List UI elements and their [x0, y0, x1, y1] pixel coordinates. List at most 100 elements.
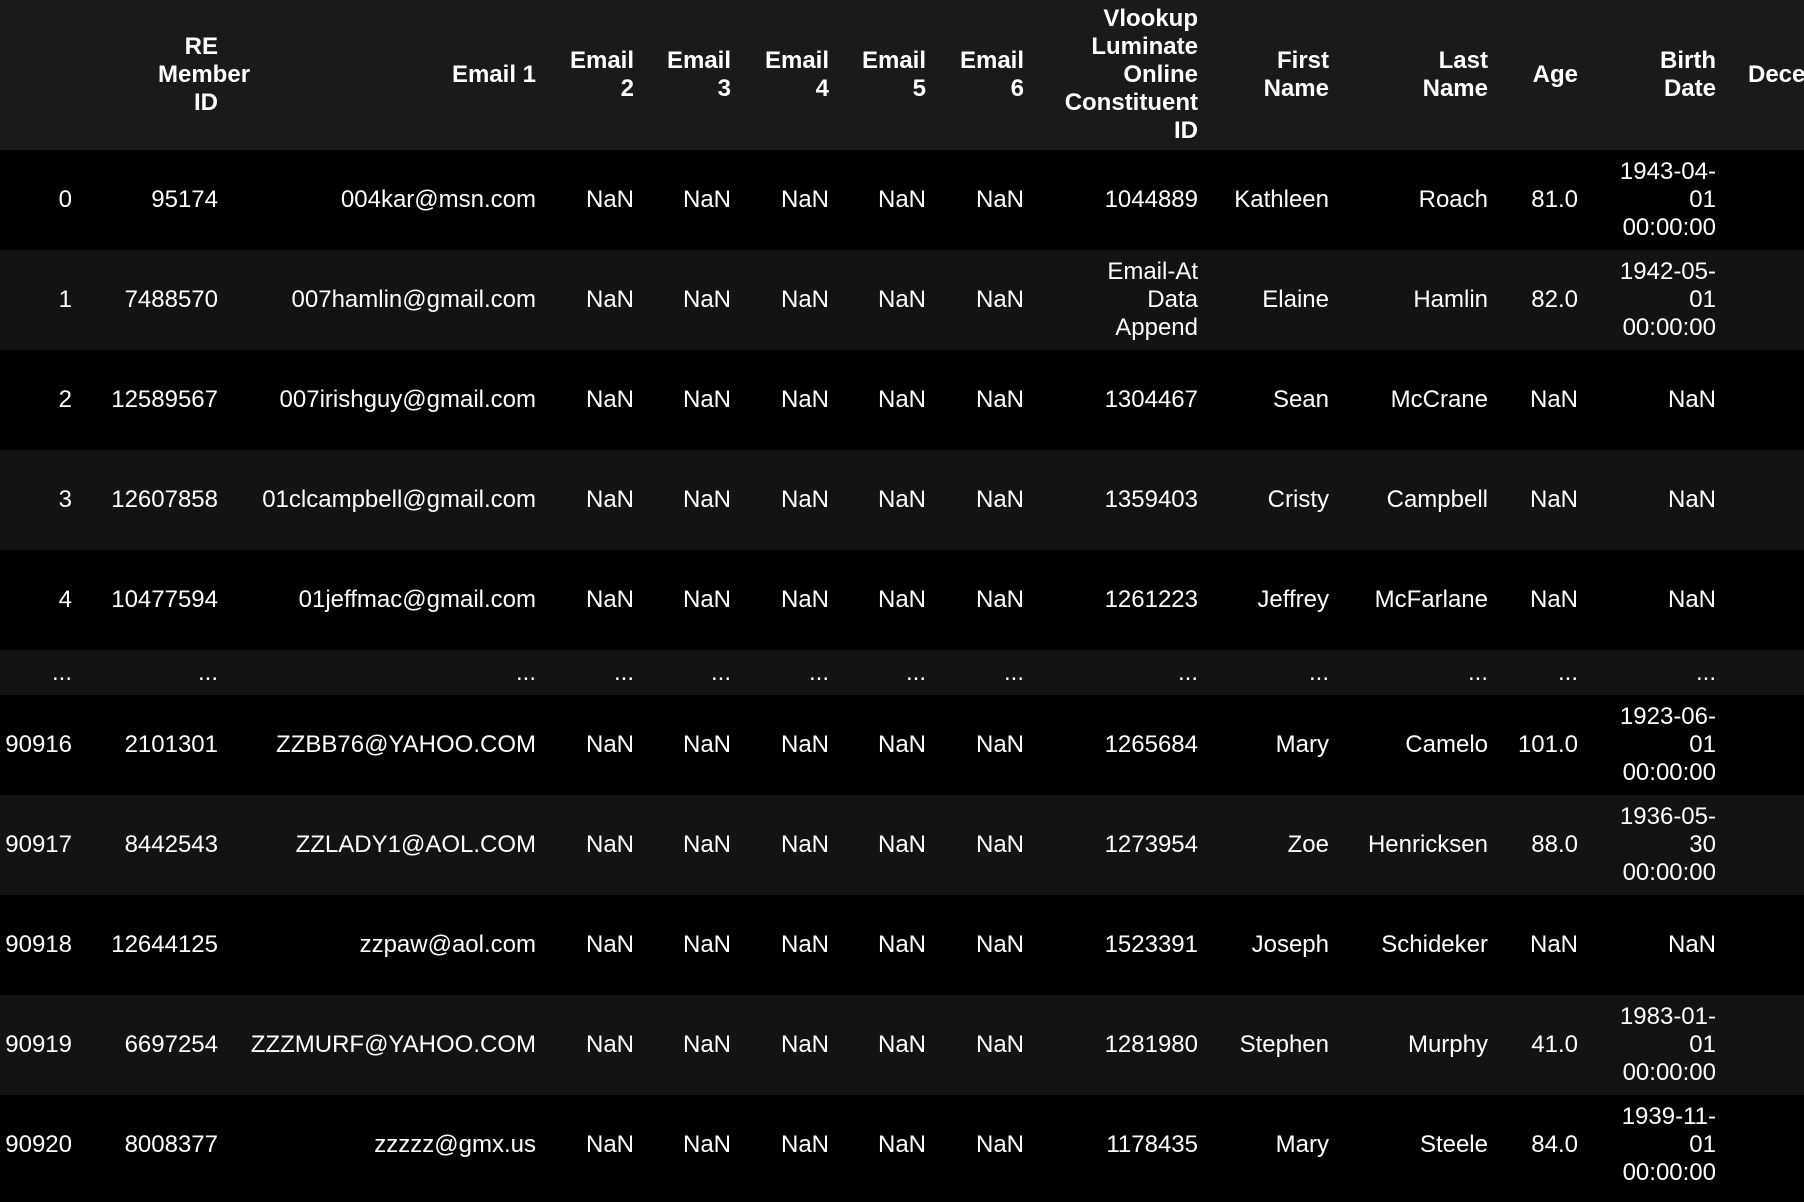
cell-email1: 007irishguy@gmail.com [279, 386, 536, 413]
cell-vlookup: 1261223 [1104, 586, 1198, 613]
cell-index: 90918 [5, 931, 72, 958]
cell-email6: NaN [975, 386, 1024, 413]
cell-email2: NaN [585, 186, 634, 213]
cell-email4: NaN [780, 386, 829, 413]
cell-email4: NaN [780, 186, 829, 213]
cell-age: NaN [1529, 931, 1578, 958]
cell-email2: NaN [585, 286, 634, 313]
table-row: 90918 12644125 zzpaw@aol.com NaN NaN NaN NaN Na… [0, 895, 1804, 995]
column-header-email1: Email 1 [226, 0, 536, 150]
cell-dece [1750, 895, 1804, 995]
cell-dece [1750, 250, 1804, 350]
column-header-label: Age [1532, 61, 1578, 88]
column-header-email4: Email 4 [749, 0, 829, 150]
cell-birth: 1923-06-01 00:00:00 [1619, 703, 1716, 786]
cell-email1: ZZBB76@YAHOO.COM [276, 731, 536, 758]
cell-re-member-id: 10477594 [111, 586, 218, 613]
cell-email4: NaN [780, 731, 829, 758]
cell-last: Campbell [1386, 486, 1488, 513]
cell-age: 41.0 [1531, 1031, 1578, 1058]
column-header-label: Last Name [1422, 47, 1488, 102]
column-header-vlookup: Vlookup Luminate Online Constituent ID [1038, 0, 1198, 150]
column-header-re-member-id: RE Member ID [88, 0, 251, 150]
cell-age: 88.0 [1531, 831, 1578, 858]
cell-email5: NaN [877, 386, 926, 413]
cell-email5: NaN [877, 831, 926, 858]
table-row: 90919 6697254 ZZZMURF@YAHOO.COM NaN NaN NaN Na… [0, 995, 1804, 1095]
cell-vlookup: 1304467 [1104, 386, 1198, 413]
table-header: RE Member ID Email 1 Email 2 Email 3 Email 4… [0, 0, 1804, 150]
cell-email6: NaN [975, 186, 1024, 213]
cell-email3: NaN [682, 186, 731, 213]
cell-email4: NaN [780, 286, 829, 313]
cell-email5: NaN [877, 731, 926, 758]
cell-email2: NaN [585, 931, 634, 958]
column-header-email3: Email 3 [651, 0, 731, 150]
cell-last: Schideker [1381, 931, 1488, 958]
cell-last: Steele [1419, 1131, 1488, 1158]
cell-birth: NaN [1667, 931, 1716, 958]
cell-first: Joseph [1251, 931, 1329, 958]
cell-email1: zzpaw@aol.com [359, 931, 536, 958]
cell-email1: 007hamlin@gmail.com [291, 286, 536, 313]
cell-email3: NaN [682, 931, 731, 958]
column-header-label: Dece [1748, 61, 1804, 88]
cell-email2: NaN [585, 731, 634, 758]
cell-dece [1750, 550, 1804, 650]
cell-email2: NaN [585, 386, 634, 413]
cell-email6: NaN [975, 1131, 1024, 1158]
cell-email6: NaN [975, 486, 1024, 513]
cell-dece [1750, 650, 1804, 695]
cell-email6: ... [1003, 658, 1024, 686]
column-header-email2: Email 2 [554, 0, 634, 150]
cell-email1: ... [515, 658, 536, 686]
cell-birth: 1942-05-01 00:00:00 [1619, 258, 1716, 341]
cell-vlookup: 1178435 [1106, 1131, 1198, 1158]
cell-birth: 1939-11-01 00:00:00 [1621, 1103, 1716, 1186]
cell-index: 4 [58, 586, 72, 613]
cell-dece [1750, 695, 1804, 795]
cell-first: Kathleen [1234, 186, 1329, 213]
cell-email1: 01jeffmac@gmail.com [298, 586, 536, 613]
cell-first: Jeffrey [1257, 586, 1329, 613]
cell-first: Stephen [1239, 1031, 1329, 1058]
cell-dece [1750, 450, 1804, 550]
column-header-label: Email 5 [861, 47, 926, 102]
cell-first: Elaine [1262, 286, 1329, 313]
cell-index: 90917 [5, 831, 72, 858]
cell-email5: NaN [877, 486, 926, 513]
cell-email1: zzzzz@gmx.us [374, 1131, 536, 1158]
cell-email3: NaN [682, 386, 731, 413]
column-header-label: Birth Date [1660, 47, 1716, 102]
column-header-email6: Email 6 [944, 0, 1024, 150]
cell-email6: NaN [975, 931, 1024, 958]
cell-first: Mary [1275, 1131, 1329, 1158]
cell-email5: NaN [877, 931, 926, 958]
cell-re-member-id: 7488570 [124, 286, 218, 313]
cell-age: ... [1557, 658, 1578, 686]
column-header-label: First Name [1263, 47, 1329, 102]
cell-age: NaN [1529, 486, 1578, 513]
cell-re-member-id: 12644125 [111, 931, 218, 958]
table-row: 90916 2101301 ZZBB76@YAHOO.COM NaN NaN NaN NaN… [0, 695, 1804, 795]
cell-email1: ZZLADY1@AOL.COM [295, 831, 536, 858]
cell-re-member-id: ... [197, 658, 218, 686]
cell-email4: ... [808, 658, 829, 686]
cell-email2: ... [613, 658, 634, 686]
cell-re-member-id: 8442543 [124, 831, 218, 858]
column-header-label: RE Member ID [158, 33, 251, 116]
cell-dece [1750, 1095, 1804, 1195]
cell-vlookup: 1281980 [1104, 1031, 1198, 1058]
cell-age: NaN [1529, 386, 1578, 413]
column-header-label: Email 2 [569, 47, 634, 102]
cell-email4: NaN [780, 486, 829, 513]
cell-email6: NaN [975, 586, 1024, 613]
cell-email4: NaN [780, 931, 829, 958]
cell-vlookup: Email-At Data Append [1107, 258, 1198, 341]
cell-re-member-id: 95174 [151, 186, 218, 213]
cell-email4: NaN [780, 831, 829, 858]
column-header-label: Email 1 [451, 61, 536, 88]
column-header-email5: Email 5 [846, 0, 926, 150]
cell-last: Murphy [1407, 1031, 1488, 1058]
cell-email1: ZZZMURF@YAHOO.COM [250, 1031, 536, 1058]
